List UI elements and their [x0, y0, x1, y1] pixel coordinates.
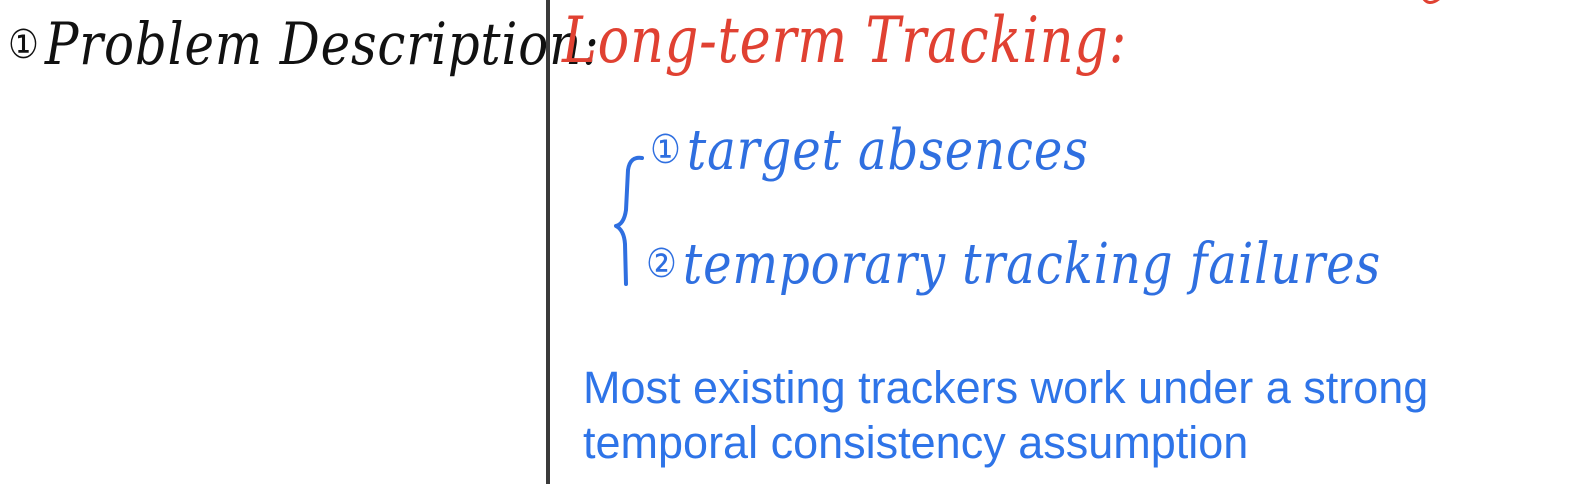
- heading-number: ①: [8, 22, 40, 68]
- point-number: ②: [646, 241, 678, 287]
- point-text: temporary tracking failures: [682, 232, 1382, 297]
- heading-label-text: Problem Description:: [44, 10, 600, 78]
- vertical-divider: [546, 0, 550, 484]
- point-text: target absences: [686, 118, 1089, 183]
- topic-title: Long-term Tracking:: [562, 4, 1128, 78]
- left-brace-mark: [614, 155, 644, 286]
- statement-line-1: Most existing trackers work under a stro…: [583, 362, 1429, 413]
- section-heading: ①Problem Description:: [8, 10, 600, 78]
- statement-line-2: temporal consistency assumption: [583, 417, 1249, 468]
- statement-text: Most existing trackers work under a stro…: [583, 360, 1428, 470]
- list-item: ②temporary tracking failures: [646, 232, 1381, 297]
- note-page: ①Problem Description: Long-term Tracking…: [0, 0, 1590, 484]
- ink-stroke-mark: [1422, 0, 1440, 4]
- point-number: ①: [650, 127, 682, 173]
- list-item: ①target absences: [650, 118, 1089, 183]
